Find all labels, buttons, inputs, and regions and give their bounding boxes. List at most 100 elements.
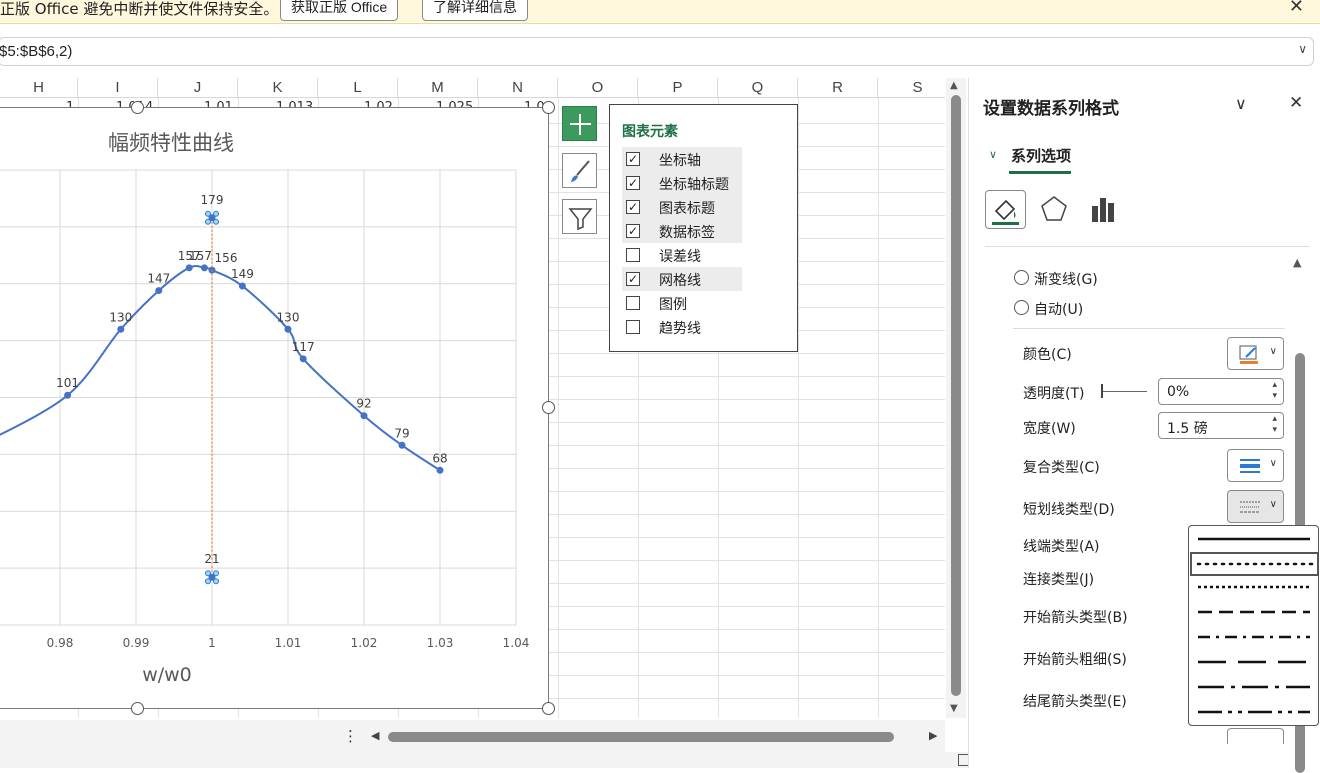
- dash-option-square-dot[interactable]: [1190, 576, 1319, 600]
- formula-bar[interactable]: $5:$B$6,2) ∨: [0, 37, 1314, 66]
- chevron-down-icon[interactable]: ∨: [1298, 42, 1307, 56]
- element-axis-titles[interactable]: ✓ 坐标轴标题: [622, 171, 742, 195]
- data-point[interactable]: [64, 391, 72, 399]
- slider-thumb[interactable]: [1101, 384, 1103, 398]
- dash-type-dropdown[interactable]: ∨: [1227, 490, 1284, 523]
- data-label[interactable]: 130: [277, 310, 300, 324]
- column-header-h[interactable]: H: [0, 78, 78, 98]
- chart-filters-button[interactable]: [562, 199, 597, 234]
- close-icon[interactable]: ✕: [1289, 0, 1304, 17]
- dash-option-dash-dot[interactable]: [1190, 626, 1319, 650]
- resize-handle[interactable]: [131, 101, 144, 114]
- spin-up-icon[interactable]: ▴: [1272, 414, 1277, 424]
- end-arrow-size-dropdown[interactable]: [1227, 728, 1284, 744]
- data-point[interactable]: [200, 264, 208, 272]
- x-axis-title[interactable]: w/w0: [142, 664, 192, 686]
- auto-line-label[interactable]: 自动(U): [1034, 299, 1083, 319]
- selection-marker[interactable]: [213, 210, 219, 217]
- scroll-up-icon[interactable]: ▲: [1293, 256, 1301, 269]
- data-label[interactable]: 179: [201, 193, 224, 207]
- series-line[interactable]: [0, 265, 441, 472]
- scroll-left-icon[interactable]: ◀: [371, 729, 379, 742]
- column-header-s[interactable]: S: [878, 78, 945, 98]
- color-dropdown[interactable]: ∨: [1227, 337, 1284, 370]
- chevron-down-icon[interactable]: ∨: [1235, 94, 1247, 113]
- resize-handle[interactable]: [542, 702, 555, 715]
- data-label[interactable]: 68: [432, 451, 447, 465]
- series-options-icon-tab[interactable]: [1089, 194, 1119, 224]
- fill-line-tab[interactable]: [985, 190, 1026, 229]
- checkbox[interactable]: [626, 296, 640, 310]
- data-point[interactable]: [155, 287, 163, 295]
- element-trendline[interactable]: 趋势线: [622, 315, 742, 339]
- close-icon[interactable]: ✕: [1289, 93, 1303, 113]
- data-label[interactable]: 21: [204, 552, 219, 566]
- dash-option-round-dot[interactable]: [1190, 552, 1319, 576]
- data-point[interactable]: [299, 355, 307, 363]
- resize-handle[interactable]: [542, 401, 555, 414]
- data-point[interactable]: [238, 282, 246, 290]
- element-legend[interactable]: 图例: [622, 291, 742, 315]
- data-label[interactable]: 79: [394, 426, 409, 440]
- selection-marker[interactable]: [213, 570, 219, 577]
- data-label[interactable]: 117: [292, 340, 315, 354]
- selection-marker[interactable]: [205, 210, 211, 217]
- selection-marker[interactable]: [205, 218, 211, 225]
- get-office-button[interactable]: 获取正版 Office: [280, 0, 399, 21]
- scroll-up-icon[interactable]: ▲: [950, 80, 958, 91]
- spin-down-icon[interactable]: ▾: [1272, 425, 1277, 435]
- scroll-right-icon[interactable]: ▶: [929, 729, 937, 742]
- chart-title[interactable]: 幅频特性曲线: [108, 131, 234, 155]
- dash-option-solid[interactable]: [1190, 528, 1319, 552]
- transparency-slider[interactable]: [1101, 391, 1147, 392]
- gradient-line-radio[interactable]: [1014, 270, 1029, 285]
- data-label[interactable]: 147: [147, 272, 170, 286]
- column-header-l[interactable]: L: [318, 78, 398, 98]
- data-point[interactable]: [117, 325, 125, 333]
- column-header-k[interactable]: K: [238, 78, 318, 98]
- gradient-line-label[interactable]: 渐变线(G): [1034, 269, 1098, 289]
- dash-option-long-dash-dot-dot[interactable]: [1190, 701, 1319, 725]
- scroll-down-icon[interactable]: ▼: [950, 703, 958, 714]
- more-options-icon[interactable]: ⋮: [343, 727, 358, 745]
- resize-handle[interactable]: [131, 702, 144, 715]
- checkbox[interactable]: [626, 248, 640, 262]
- data-point[interactable]: [436, 466, 444, 474]
- chevron-down-icon[interactable]: ∨: [989, 148, 997, 161]
- selection-marker[interactable]: [205, 578, 211, 585]
- checkbox[interactable]: ✓: [626, 152, 640, 166]
- dash-option-long-dash-dot[interactable]: [1190, 676, 1319, 700]
- element-chart-title[interactable]: ✓ 图表标题: [622, 195, 742, 219]
- vertical-scrollbar[interactable]: ▲ ▼: [946, 78, 966, 718]
- data-label[interactable]: 92: [356, 397, 371, 411]
- checkbox[interactable]: ✓: [626, 176, 640, 190]
- column-header-i[interactable]: I: [78, 78, 158, 98]
- data-point[interactable]: [360, 412, 368, 420]
- spin-down-icon[interactable]: ▾: [1272, 391, 1277, 401]
- element-axes[interactable]: ✓ 坐标轴: [622, 147, 742, 171]
- checkbox[interactable]: ✓: [626, 272, 640, 286]
- transparency-input[interactable]: 0% ▴ ▾: [1158, 378, 1284, 405]
- width-input[interactable]: 1.5 磅 ▴ ▾: [1158, 412, 1284, 439]
- data-label[interactable]: 156: [215, 251, 238, 265]
- column-header-q[interactable]: Q: [718, 78, 798, 98]
- checkbox[interactable]: ✓: [626, 200, 640, 214]
- series-options-tab[interactable]: 系列选项: [1011, 145, 1071, 166]
- auto-line-radio[interactable]: [1014, 300, 1029, 315]
- column-header-n[interactable]: N: [478, 78, 558, 98]
- horizontal-scrollbar[interactable]: ⋮ ◀ ▶: [0, 720, 945, 752]
- element-gridlines[interactable]: ✓ 网格线: [622, 267, 742, 291]
- chart-elements-button[interactable]: [562, 106, 597, 141]
- column-header-j[interactable]: J: [158, 78, 238, 98]
- data-label[interactable]: 157: [189, 249, 212, 263]
- resize-handle[interactable]: [542, 101, 555, 114]
- compound-type-dropdown[interactable]: ∨: [1227, 449, 1284, 482]
- column-header-r[interactable]: R: [798, 78, 878, 98]
- spin-up-icon[interactable]: ▴: [1272, 380, 1277, 390]
- data-point[interactable]: [398, 441, 406, 449]
- column-header-m[interactable]: M: [398, 78, 478, 98]
- data-point[interactable]: [284, 325, 292, 333]
- column-header-p[interactable]: P: [638, 78, 718, 98]
- selection-marker[interactable]: [205, 570, 211, 577]
- checkbox[interactable]: [626, 320, 640, 334]
